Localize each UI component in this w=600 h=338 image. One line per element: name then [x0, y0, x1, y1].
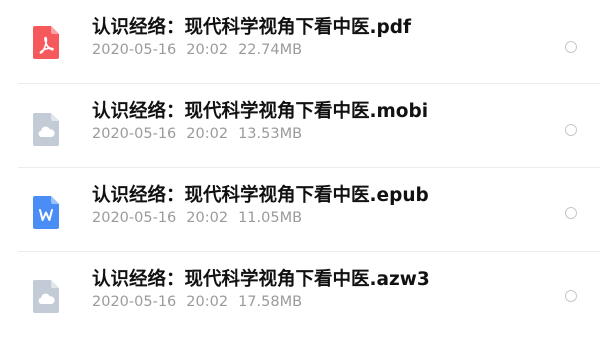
file-row-epub[interactable]: 认识经络：现代科学视角下看中医.epub 2020-05-16 20:02 11.0…: [0, 168, 600, 252]
file-time: 20:02: [186, 42, 229, 58]
file-meta: 2020-05-16 20:02 17.58MB: [92, 294, 302, 310]
file-meta: 2020-05-16 20:02 13.53MB: [92, 126, 302, 142]
file-time: 20:02: [186, 294, 229, 310]
file-date: 2020-05-16: [92, 42, 177, 58]
file-date: 2020-05-16: [92, 126, 177, 142]
cloud-file-icon: [33, 280, 59, 313]
file-time: 20:02: [186, 210, 229, 226]
select-radio[interactable]: [565, 41, 577, 53]
file-size: 22.74MB: [238, 42, 303, 58]
file-row-azw3[interactable]: 认识经络：现代科学视角下看中医.azw3 2020-05-16 20:02 17.5…: [0, 252, 600, 336]
select-radio[interactable]: [565, 207, 577, 219]
select-radio[interactable]: [565, 290, 577, 302]
pdf-icon: [33, 26, 59, 59]
file-list: 认识经络：现代科学视角下看中医.pdf 2020-05-16 20:02 22.74…: [0, 0, 600, 338]
select-radio[interactable]: [565, 124, 577, 136]
file-row-pdf[interactable]: 认识经络：现代科学视角下看中医.pdf 2020-05-16 20:02 22.74…: [0, 0, 600, 84]
cloud-file-icon: [33, 113, 59, 146]
file-meta: 2020-05-16 20:02 22.74MB: [92, 42, 302, 58]
file-size: 17.58MB: [238, 294, 303, 310]
file-time: 20:02: [186, 126, 229, 142]
file-name: 认识经络：现代科学视角下看中医.mobi: [92, 101, 429, 122]
file-size: 13.53MB: [238, 126, 303, 142]
file-date: 2020-05-16: [92, 294, 177, 310]
file-name: 认识经络：现代科学视角下看中医.epub: [92, 185, 429, 206]
word-doc-icon: [33, 196, 59, 229]
file-name: 认识经络：现代科学视角下看中医.pdf: [92, 17, 412, 38]
file-date: 2020-05-16: [92, 210, 177, 226]
file-row-mobi[interactable]: 认识经络：现代科学视角下看中医.mobi 2020-05-16 20:02 13.5…: [0, 84, 600, 168]
file-size: 11.05MB: [238, 210, 303, 226]
file-meta: 2020-05-16 20:02 11.05MB: [92, 210, 302, 226]
file-name: 认识经络：现代科学视角下看中医.azw3: [92, 269, 430, 290]
